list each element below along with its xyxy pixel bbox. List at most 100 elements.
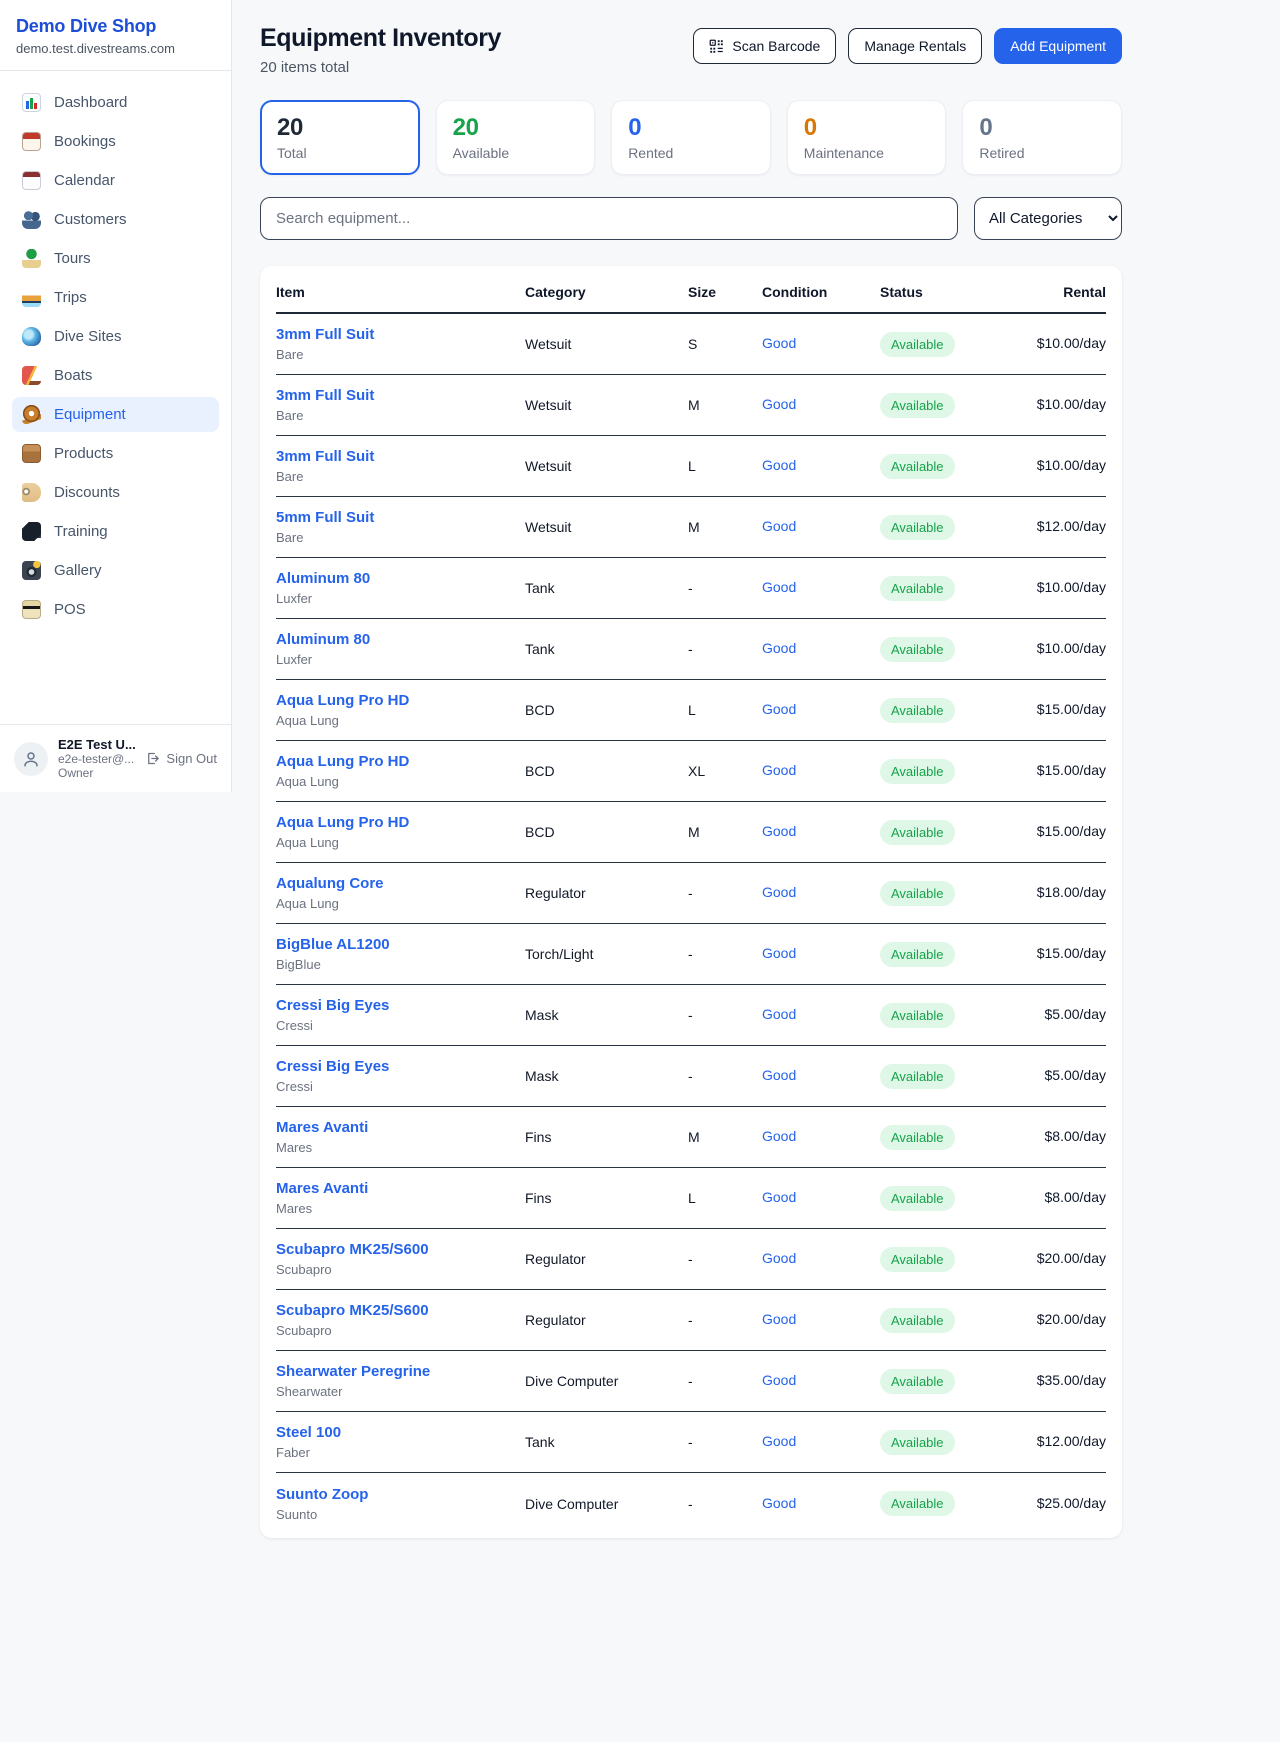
condition-link[interactable]: Good [762,1067,796,1083]
sidebar-item-maintenance[interactable]: 0 Maintenance [787,100,947,175]
status-badge: Available [880,454,955,479]
condition-link[interactable]: Good [762,762,796,778]
brand-name[interactable]: Demo Dive Shop [16,16,215,37]
sidebar-item-boats[interactable]: Boats [12,358,219,393]
condition-link[interactable]: Good [762,457,796,473]
condition-link[interactable]: Good [762,945,796,961]
sidebar-item-tours[interactable]: Tours [12,241,219,276]
item-name-link[interactable]: Scubapro MK25/S600 [276,1241,525,1258]
condition-link[interactable]: Good [762,1006,796,1022]
condition-link[interactable]: Good [762,1250,796,1266]
item-name-link[interactable]: Aqua Lung Pro HD [276,753,525,770]
item-name-link[interactable]: Aqualung Core [276,875,525,892]
item-name-link[interactable]: Aluminum 80 [276,570,525,587]
column-header-status[interactable]: Status [880,284,1030,300]
search-input[interactable] [260,197,958,240]
manage-rentals-button[interactable]: Manage Rentals [848,28,982,64]
condition-link[interactable]: Good [762,701,796,717]
sidebar-item-gallery[interactable]: Gallery [12,553,219,588]
condition-link[interactable]: Good [762,518,796,534]
add-equipment-button[interactable]: Add Equipment [994,28,1122,64]
bookings-calendar-icon [22,132,41,151]
item-name-link[interactable]: Shearwater Peregrine [276,1363,525,1380]
sidebar-item-pos[interactable]: POS [12,592,219,627]
item-name-link[interactable]: 3mm Full Suit [276,387,525,404]
sidebar-item-dashboard[interactable]: Dashboard [12,85,219,120]
item-name-link[interactable]: Aqua Lung Pro HD [276,814,525,831]
condition-link[interactable]: Good [762,640,796,656]
item-brand: Aqua Lung [276,896,525,911]
bar-chart-icon [22,93,41,112]
item-cell: Steel 100 Faber [276,1424,525,1460]
item-name-link[interactable]: Mares Avanti [276,1180,525,1197]
status-badge: Available [880,1003,955,1028]
item-brand: Aqua Lung [276,774,525,789]
item-cell: Shearwater Peregrine Shearwater [276,1363,525,1399]
stat-value: 0 [628,114,754,142]
table-row: Aqua Lung Pro HD Aqua Lung BCD XL Good A… [276,741,1106,802]
sidebar-item-retired[interactable]: 0 Retired [962,100,1122,175]
rental-price: $5.00/day [1045,1067,1107,1083]
item-name-link[interactable]: 3mm Full Suit [276,448,525,465]
sidebar-user-footer: E2E Test U... e2e-tester@... Owner Sign … [0,724,231,792]
sidebar-item-total[interactable]: 20 Total [260,100,420,175]
sidebar-item-label: POS [54,601,86,618]
column-header-size[interactable]: Size [688,284,762,300]
rental-price: $12.00/day [1037,1433,1106,1449]
condition-link[interactable]: Good [762,1495,796,1511]
sidebar-item-discounts[interactable]: Discounts [12,475,219,510]
item-name-link[interactable]: Aluminum 80 [276,631,525,648]
column-header-rental[interactable]: Rental [1030,284,1106,300]
sidebar-item-label: Equipment [54,406,126,423]
item-name-link[interactable]: Steel 100 [276,1424,525,1441]
scan-barcode-button[interactable]: Scan Barcode [693,28,836,64]
item-cell: Cressi Big Eyes Cressi [276,997,525,1033]
sidebar-item-label: Boats [54,367,92,384]
condition-link[interactable]: Good [762,335,796,351]
condition-link[interactable]: Good [762,396,796,412]
sidebar-item-products[interactable]: Products [12,436,219,471]
condition-link[interactable]: Good [762,1189,796,1205]
item-name-link[interactable]: Cressi Big Eyes [276,997,525,1014]
column-header-category[interactable]: Category [525,284,688,300]
condition-link[interactable]: Good [762,1128,796,1144]
item-name-link[interactable]: Aqua Lung Pro HD [276,692,525,709]
item-name-link[interactable]: 3mm Full Suit [276,326,525,343]
sidebar-item-equipment[interactable]: Equipment [12,397,219,432]
item-name-link[interactable]: Suunto Zoop [276,1486,525,1503]
item-cell: 3mm Full Suit Bare [276,326,525,362]
sidebar-item-dive-sites[interactable]: Dive Sites [12,319,219,354]
rental-price: $8.00/day [1045,1189,1107,1205]
sidebar-item-calendar[interactable]: Calendar [12,163,219,198]
item-name-link[interactable]: Mares Avanti [276,1119,525,1136]
sidebar-item-bookings[interactable]: Bookings [12,124,219,159]
category-select[interactable]: All Categories [974,197,1122,240]
sidebar-item-training[interactable]: Training [12,514,219,549]
condition-link[interactable]: Good [762,579,796,595]
item-name-link[interactable]: Cressi Big Eyes [276,1058,525,1075]
sidebar-item-available[interactable]: 20 Available [436,100,596,175]
sidebar-item-customers[interactable]: Customers [12,202,219,237]
rental-price: $25.00/day [1037,1495,1106,1511]
condition-link[interactable]: Good [762,1311,796,1327]
item-name-link[interactable]: Scubapro MK25/S600 [276,1302,525,1319]
sidebar-item-trips[interactable]: Trips [12,280,219,315]
scan-barcode-label: Scan Barcode [732,38,820,54]
column-header-condition[interactable]: Condition [762,284,880,300]
condition-link[interactable]: Good [762,1433,796,1449]
sign-out-button[interactable]: Sign Out [145,751,217,766]
sidebar-item-label: Calendar [54,172,115,189]
condition-link[interactable]: Good [762,823,796,839]
status-badge: Available [880,942,955,967]
sidebar: Demo Dive Shop demo.test.divestreams.com… [0,0,232,792]
item-name-link[interactable]: 5mm Full Suit [276,509,525,526]
item-cell: BigBlue AL1200 BigBlue [276,936,525,972]
condition-link[interactable]: Good [762,1372,796,1388]
category-cell: Regulator [525,1251,688,1267]
column-header-item[interactable]: Item [276,284,525,300]
size-cell: L [688,1190,762,1206]
sidebar-item-label: Dive Sites [54,328,122,345]
sidebar-item-rented[interactable]: 0 Rented [611,100,771,175]
condition-link[interactable]: Good [762,884,796,900]
item-name-link[interactable]: BigBlue AL1200 [276,936,525,953]
